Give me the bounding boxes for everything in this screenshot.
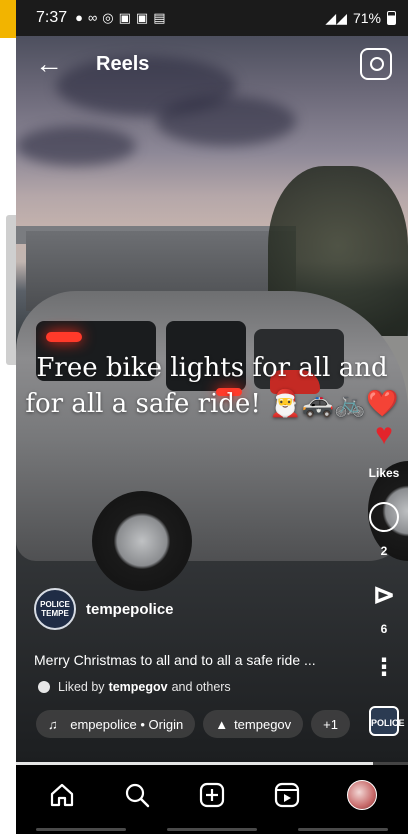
voicemail-icon: ∞ bbox=[88, 10, 98, 25]
audio-chip-label: empepolice • Origin bbox=[63, 716, 184, 732]
share-button[interactable]: ⊳ bbox=[362, 580, 406, 610]
overlay-line-2: for all a safe ride! 🎅🚓🚲❤️ bbox=[25, 389, 399, 419]
audio-button[interactable]: POLICE bbox=[362, 706, 406, 736]
comment-icon bbox=[369, 502, 399, 532]
audio-thumbnail: POLICE bbox=[369, 706, 405, 736]
edge-panel-handle[interactable] bbox=[6, 215, 16, 365]
reels-header: ← Reels bbox=[16, 44, 408, 84]
front-wheel bbox=[92, 491, 192, 591]
overlay-line-1: Free bike lights for all and bbox=[36, 353, 388, 383]
camera-icon[interactable] bbox=[360, 48, 392, 80]
comments-count: 2 bbox=[380, 544, 388, 558]
cloud bbox=[16, 126, 136, 166]
video-progress-bar[interactable] bbox=[16, 762, 408, 765]
status-right: ◢◢ 71% bbox=[325, 10, 396, 27]
heart-icon: ♥ bbox=[375, 418, 393, 451]
status-bar: 7:37 ● ∞ ◎ ▣ ▣ ▤ ◢◢ 71% bbox=[16, 0, 408, 36]
liked-by-user[interactable]: tempegov bbox=[109, 680, 168, 694]
screen-icon: ▤ bbox=[153, 10, 166, 25]
author-row: POLICE TEMPE tempepolice bbox=[34, 588, 174, 630]
profile-avatar[interactable] bbox=[345, 778, 379, 812]
more-options-button[interactable]: ⋮ bbox=[362, 656, 406, 680]
search-icon[interactable] bbox=[120, 778, 154, 812]
globe-icon bbox=[38, 681, 50, 693]
music-note-icon: ♫ bbox=[48, 716, 58, 732]
tagged-user-chip[interactable]: ▲ tempegov bbox=[203, 710, 304, 738]
audio-chip[interactable]: ♫ empepolice • Origin bbox=[36, 710, 196, 738]
gesture-segment bbox=[166, 827, 257, 831]
gallery-icon: ▣ bbox=[118, 10, 131, 25]
person-icon: ▲ bbox=[215, 716, 229, 732]
left-edge-accent bbox=[0, 0, 16, 38]
more-tags-label: +1 bbox=[323, 716, 338, 732]
spotify-icon: ● bbox=[75, 10, 83, 25]
gesture-segment bbox=[36, 827, 127, 831]
comment-button[interactable] bbox=[362, 502, 406, 532]
reels-icon[interactable] bbox=[270, 778, 304, 812]
gesture-segment bbox=[297, 827, 388, 831]
notification-icons: ● ∞ ◎ ▣ ▣ ▤ bbox=[75, 10, 165, 26]
video-text-overlay: Free bike lights for all and for all a s… bbox=[16, 350, 408, 422]
page-title: Reels bbox=[96, 52, 150, 75]
gallery-icon-2: ▣ bbox=[135, 10, 149, 25]
left-edge bbox=[0, 0, 16, 834]
author-username[interactable]: tempepolice bbox=[86, 601, 174, 618]
battery-icon bbox=[387, 11, 396, 25]
post-caption[interactable]: Merry Christmas to all and to all a safe… bbox=[34, 652, 364, 668]
video-progress-fill bbox=[16, 762, 373, 765]
battery-level: 71% bbox=[352, 10, 381, 26]
liked-by-row[interactable]: Liked by tempegov and others bbox=[38, 680, 231, 694]
cloud bbox=[156, 96, 296, 146]
tagged-user-label: tempegov bbox=[234, 716, 292, 732]
phone-screen: 7:37 ● ∞ ◎ ▣ ▣ ▤ ◢◢ 71% Free bike lights… bbox=[16, 0, 408, 834]
bottom-navigation bbox=[16, 766, 408, 824]
status-time: 7:37 bbox=[36, 9, 68, 26]
more-vertical-icon: ⋮ bbox=[372, 654, 396, 681]
home-icon[interactable] bbox=[45, 778, 79, 812]
back-button[interactable]: ← bbox=[32, 47, 66, 81]
signal-icon: ◢◢ bbox=[325, 9, 347, 26]
police-light bbox=[46, 332, 82, 342]
gesture-bar bbox=[16, 824, 408, 834]
liked-by-prefix: Liked by bbox=[58, 680, 105, 694]
likes-label[interactable]: Likes bbox=[362, 466, 406, 480]
create-post-icon[interactable] bbox=[195, 778, 229, 812]
alarm-icon: ◎ bbox=[102, 10, 114, 25]
author-avatar[interactable]: POLICE TEMPE bbox=[34, 588, 76, 630]
liked-by-suffix: and others bbox=[171, 680, 231, 694]
reel-chips: ♫ empepolice • Origin ▲ tempegov +1 bbox=[36, 710, 350, 738]
send-icon: ⊳ bbox=[372, 579, 396, 610]
like-button[interactable]: ♥ bbox=[362, 420, 406, 450]
profile-avatar-image bbox=[347, 780, 378, 810]
shares-count: 6 bbox=[380, 622, 388, 636]
more-tags-chip[interactable]: +1 bbox=[311, 710, 350, 738]
